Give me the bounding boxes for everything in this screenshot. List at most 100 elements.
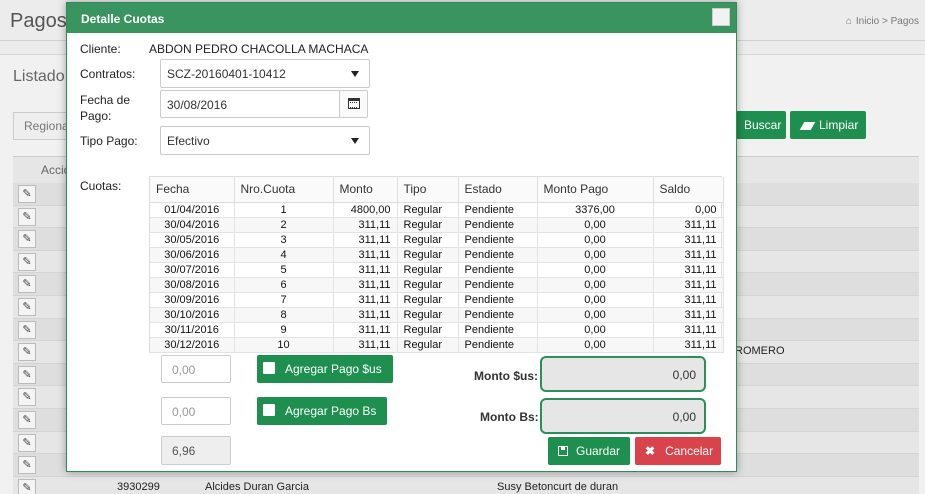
pencil-icon[interactable]: ✎ [18,207,36,226]
row-agent: Susy Betoncurt de duran [497,480,619,493]
table-row[interactable]: 30/12/2016 10 311,11 Regular Pendiente 0,00 31… [150,337,724,353]
calendar-button[interactable] [339,91,367,117]
eraser-icon [799,121,816,130]
clear-button[interactable]: Limpiar [790,111,866,139]
cancel-button-label: Cancelar [665,444,714,458]
table-cell: 0,00 [537,307,654,323]
monto-usd-field: 0,00 [540,356,706,392]
listing-title: Listado [13,68,65,85]
table-cell: 30/06/2016 [150,247,235,263]
table-cell: 311,11 [333,322,398,338]
table-cell: 3 [234,232,334,248]
table-cell: 7 [234,292,334,308]
table-row[interactable]: 30/06/2016 4 311,11 Regular Pendiente 0,00 311… [150,247,724,263]
region-filter[interactable]: Regional [13,112,73,140]
contract-label: Contratos: [80,67,136,81]
table-cell: Regular [397,262,459,278]
table-row[interactable]: 30/04/2016 2 311,11 Regular Pendiente 0,00 311… [150,217,724,233]
table-cell: 311,11 [653,322,724,338]
table-cell: Pendiente [458,322,538,338]
table-cell: 311,11 [333,262,398,278]
table-cell: 8 [234,307,334,323]
table-cell: 30/08/2016 [150,277,235,293]
table-cell: 0,00 [537,262,654,278]
breadcrumb-home[interactable]: Inicio [856,16,879,27]
table-cell: 1 [234,202,334,218]
pencil-icon[interactable]: ✎ [18,388,36,407]
save-button[interactable]: Guardar [548,437,630,465]
column-header[interactable]: Saldo [653,177,724,203]
close-icon[interactable] [712,8,730,26]
table-cell: 30/04/2016 [150,217,235,233]
pencil-icon[interactable]: ✎ [18,433,36,452]
bs-amount-input[interactable]: 0,00 [161,397,231,425]
quota-detail-modal: Detalle Cuotas Cliente: ABDON PEDRO CHAC… [66,2,737,472]
pencil-icon[interactable]: ✎ [18,478,36,494]
pencil-icon[interactable]: ✎ [18,230,36,249]
pencil-icon[interactable]: ✎ [18,185,36,203]
row-name: Alcides Duran Garcia [205,480,309,493]
date-field[interactable]: 30/08/2016 [160,90,368,118]
table-row[interactable]: 30/05/2016 3 311,11 Regular Pendiente 0,00 311… [150,232,724,248]
table-cell: 311,11 [653,247,724,263]
table-header-row: Fecha Nro.Cuota Monto Tipo Estado Monto … [150,177,724,203]
pencil-icon[interactable]: ✎ [18,343,36,362]
table-cell: Pendiente [458,277,538,293]
table-cell: 4 [234,247,334,263]
table-cell: Regular [397,202,459,218]
pencil-icon[interactable]: ✎ [18,320,36,339]
pencil-icon[interactable]: ✎ [18,297,36,316]
table-row[interactable]: 30/08/2016 6 311,11 Regular Pendiente 0,00 311… [150,277,724,293]
table-row[interactable]: 30/10/2016 8 311,11 Regular Pendiente 0,00 311… [150,307,724,323]
table-cell: 311,11 [333,232,398,248]
add-usd-payment-button[interactable]: Agregar Pago $us [257,355,393,383]
column-header[interactable]: Nro.Cuota [234,177,334,203]
usd-amount-input[interactable]: 0,00 [161,355,231,383]
table-cell: 311,11 [333,247,398,263]
monto-bs-field: 0,00 [540,398,706,434]
contract-select[interactable]: SCZ-20160401-10412 [160,59,370,88]
column-header[interactable]: Monto Pago [537,177,654,203]
pencil-icon[interactable]: ✎ [18,275,36,294]
table-cell: 30/05/2016 [150,232,235,248]
exchange-rate-field: 6,96 [161,436,231,465]
pencil-icon[interactable]: ✎ [18,410,36,429]
date-label: Fecha de Pago: [80,93,131,123]
column-header[interactable]: Estado [458,177,538,203]
column-header[interactable]: Monto [333,177,398,203]
table-cell: 311,11 [333,277,398,293]
column-header[interactable]: Tipo [397,177,459,203]
search-button[interactable]: Buscar [736,111,786,139]
pay-type-select[interactable]: Efectivo [160,126,370,155]
table-row[interactable]: 01/04/2016 1 4800,00 Regular Pendiente 3376,0… [150,202,724,218]
table-cell: 10 [234,337,334,353]
checkbox-icon [263,404,275,416]
caret-down-icon [351,138,359,144]
pay-type-label: Tipo Pago: [80,134,138,148]
pencil-icon[interactable]: ✎ [18,456,36,475]
pencil-icon[interactable]: ✎ [18,365,36,384]
column-header[interactable]: Fecha [150,177,235,203]
quotas-table-body: 01/04/2016 1 4800,00 Regular Pendiente 3376,0… [150,202,724,353]
table-cell: 4800,00 [333,202,398,218]
table-cell: Pendiente [458,337,538,353]
client-label: Cliente: [80,42,121,56]
pencil-icon[interactable]: ✎ [18,252,36,271]
cancel-button[interactable]: ✖ Cancelar [635,437,721,465]
page-title: Pagos [10,10,67,32]
table-cell: 6 [234,277,334,293]
table-cell: 30/07/2016 [150,262,235,278]
table-cell: 0,00 [653,202,724,218]
row-code: 3930299 [117,480,160,493]
add-bs-payment-button[interactable]: Agregar Pago Bs [257,397,387,425]
table-cell: Regular [397,217,459,233]
table-row[interactable]: 30/11/2016 9 311,11 Regular Pendiente 0,00 311… [150,322,724,338]
table-cell: 311,11 [333,337,398,353]
breadcrumb-separator: > [882,16,888,27]
table-cell: 30/11/2016 [150,322,235,338]
table-cell: 3376,00 [537,202,654,218]
table-row[interactable]: 30/07/2016 5 311,11 Regular Pendiente 0,00 311… [150,262,724,278]
contract-value: SCZ-20160401-10412 [167,67,286,81]
table-row[interactable]: 30/09/2016 7 311,11 Regular Pendiente 0,00 311… [150,292,724,308]
caret-down-icon [351,71,359,77]
